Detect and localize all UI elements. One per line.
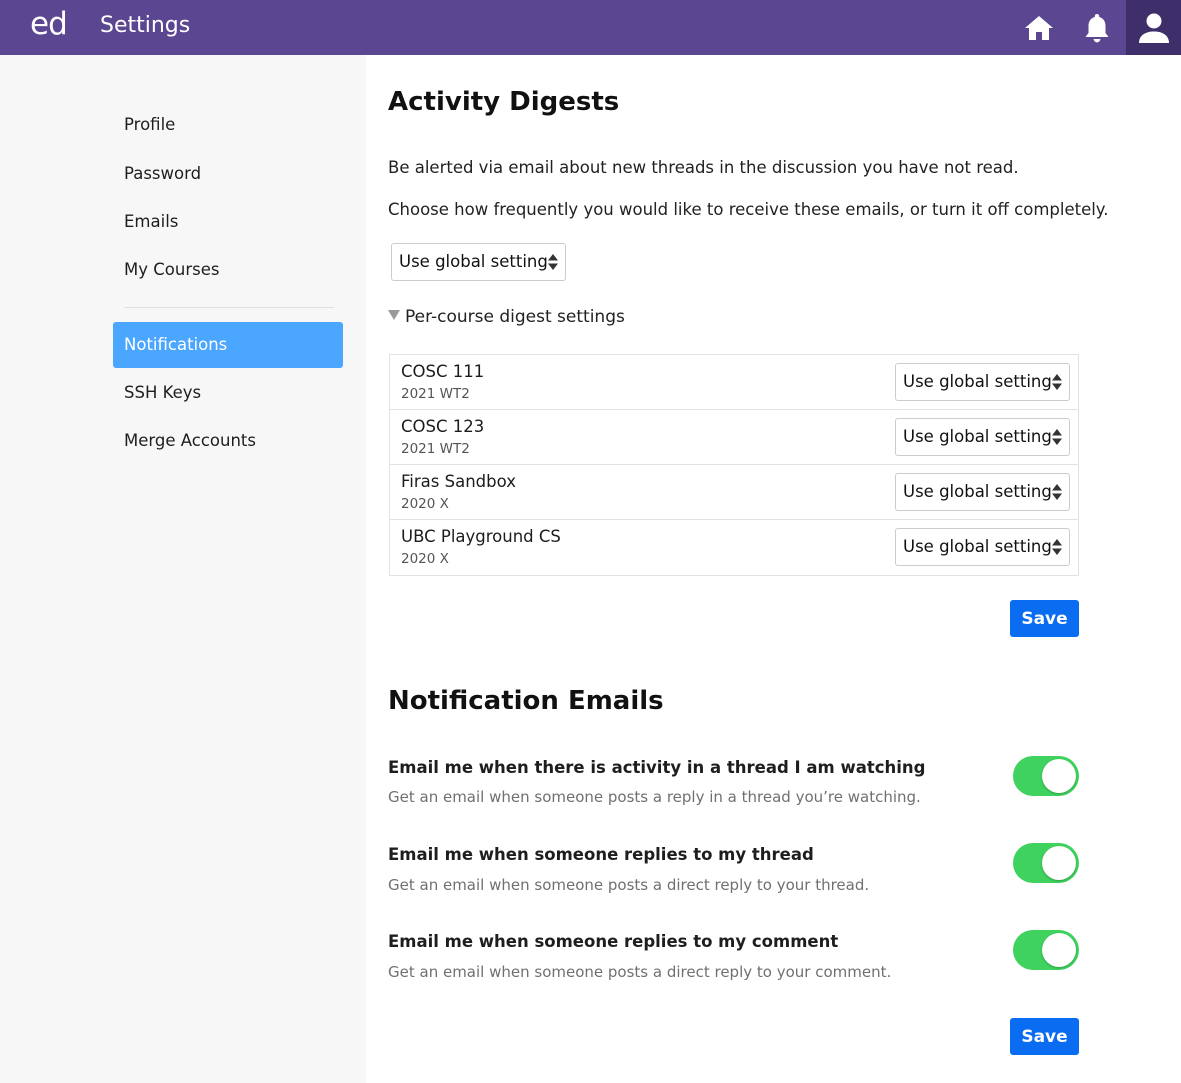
watching-thread-toggle[interactable] xyxy=(1013,756,1079,796)
sidebar-item-profile[interactable]: Profile xyxy=(113,102,343,148)
thread-reply-option-desc: Get an email when someone posts a direct… xyxy=(388,876,870,894)
sidebar-item-ssh-keys[interactable]: SSH Keys xyxy=(113,370,343,416)
course-term: 2021 WT2 xyxy=(401,386,470,402)
home-icon xyxy=(1025,15,1053,40)
course-term: 2020 X xyxy=(401,496,449,512)
save-digests-button[interactable]: Save xyxy=(1010,600,1079,637)
watching-thread-option-desc: Get an email when someone posts a reply … xyxy=(388,788,921,806)
global-digest-select[interactable]: Use global setting xyxy=(391,243,566,281)
course-name: COSC 111 xyxy=(401,362,485,381)
top-bar: ed Settings xyxy=(0,0,1181,55)
select-arrows-icon xyxy=(1052,539,1062,555)
comment-reply-toggle[interactable] xyxy=(1013,930,1079,970)
course-term: 2020 X xyxy=(401,551,449,567)
per-course-digest-label: Per-course digest settings xyxy=(405,307,625,327)
course-digest-table: COSC 111 2021 WT2 Use global setting COS… xyxy=(389,354,1079,576)
comment-reply-option-desc: Get an email when someone posts a direct… xyxy=(388,963,892,981)
sidebar-item-password[interactable]: Password xyxy=(113,151,343,197)
toggle-knob xyxy=(1042,933,1076,967)
course-digest-select[interactable]: Use global setting xyxy=(895,528,1070,566)
user-icon xyxy=(1138,13,1169,43)
course-name: Firas Sandbox xyxy=(401,472,516,491)
thread-reply-option-title: Email me when someone replies to my thre… xyxy=(388,845,814,864)
sidebar-item-merge-accounts[interactable]: Merge Accounts xyxy=(113,418,343,464)
settings-main: Activity Digests Be alerted via email ab… xyxy=(366,55,1181,1083)
course-digest-select-value: Use global setting xyxy=(903,372,1052,391)
course-row: COSC 123 2021 WT2 Use global setting xyxy=(390,410,1078,465)
global-digest-select-value: Use global setting xyxy=(399,252,548,271)
sidebar-divider xyxy=(124,307,334,308)
digests-description: Be alerted via email about new threads i… xyxy=(388,158,1019,177)
thread-reply-toggle[interactable] xyxy=(1013,843,1079,883)
comment-reply-option-title: Email me when someone replies to my comm… xyxy=(388,932,839,951)
settings-sidebar: Profile Password Emails My Courses Notif… xyxy=(0,55,366,1083)
sidebar-item-notifications[interactable]: Notifications xyxy=(113,322,343,368)
digests-frequency-description: Choose how frequently you would like to … xyxy=(388,200,1109,219)
course-row: Firas Sandbox 2020 X Use global setting xyxy=(390,465,1078,520)
select-arrows-icon xyxy=(1052,429,1062,445)
activity-digests-heading: Activity Digests xyxy=(388,87,620,117)
course-digest-select[interactable]: Use global setting xyxy=(895,473,1070,511)
select-arrows-icon xyxy=(1052,484,1062,500)
course-term: 2021 WT2 xyxy=(401,441,470,457)
select-arrows-icon xyxy=(548,254,558,270)
page-title: Settings xyxy=(100,13,191,38)
per-course-digest-toggle[interactable]: Per-course digest settings xyxy=(388,307,625,327)
user-menu-button[interactable] xyxy=(1126,0,1181,55)
course-row: COSC 111 2021 WT2 Use global setting xyxy=(390,355,1078,410)
bell-icon xyxy=(1085,13,1109,42)
course-digest-select[interactable]: Use global setting xyxy=(895,363,1070,401)
course-name: UBC Playground CS xyxy=(401,527,561,546)
triangle-down-icon xyxy=(388,310,400,320)
toggle-knob xyxy=(1042,846,1076,880)
toggle-knob xyxy=(1042,759,1076,793)
course-digest-select-value: Use global setting xyxy=(903,427,1052,446)
save-notifications-button[interactable]: Save xyxy=(1010,1018,1079,1055)
course-digest-select-value: Use global setting xyxy=(903,482,1052,501)
notification-emails-heading: Notification Emails xyxy=(388,686,664,716)
course-row: UBC Playground CS 2020 X Use global sett… xyxy=(390,520,1078,575)
watching-thread-option-title: Email me when there is activity in a thr… xyxy=(388,758,926,777)
ed-logo[interactable]: ed xyxy=(30,6,68,42)
sidebar-item-emails[interactable]: Emails xyxy=(113,199,343,245)
notifications-button[interactable] xyxy=(1075,0,1119,55)
course-name: COSC 123 xyxy=(401,417,485,436)
course-digest-select[interactable]: Use global setting xyxy=(895,418,1070,456)
course-digest-select-value: Use global setting xyxy=(903,537,1052,556)
sidebar-item-my-courses[interactable]: My Courses xyxy=(113,247,343,293)
select-arrows-icon xyxy=(1052,374,1062,390)
home-button[interactable] xyxy=(1017,0,1061,55)
